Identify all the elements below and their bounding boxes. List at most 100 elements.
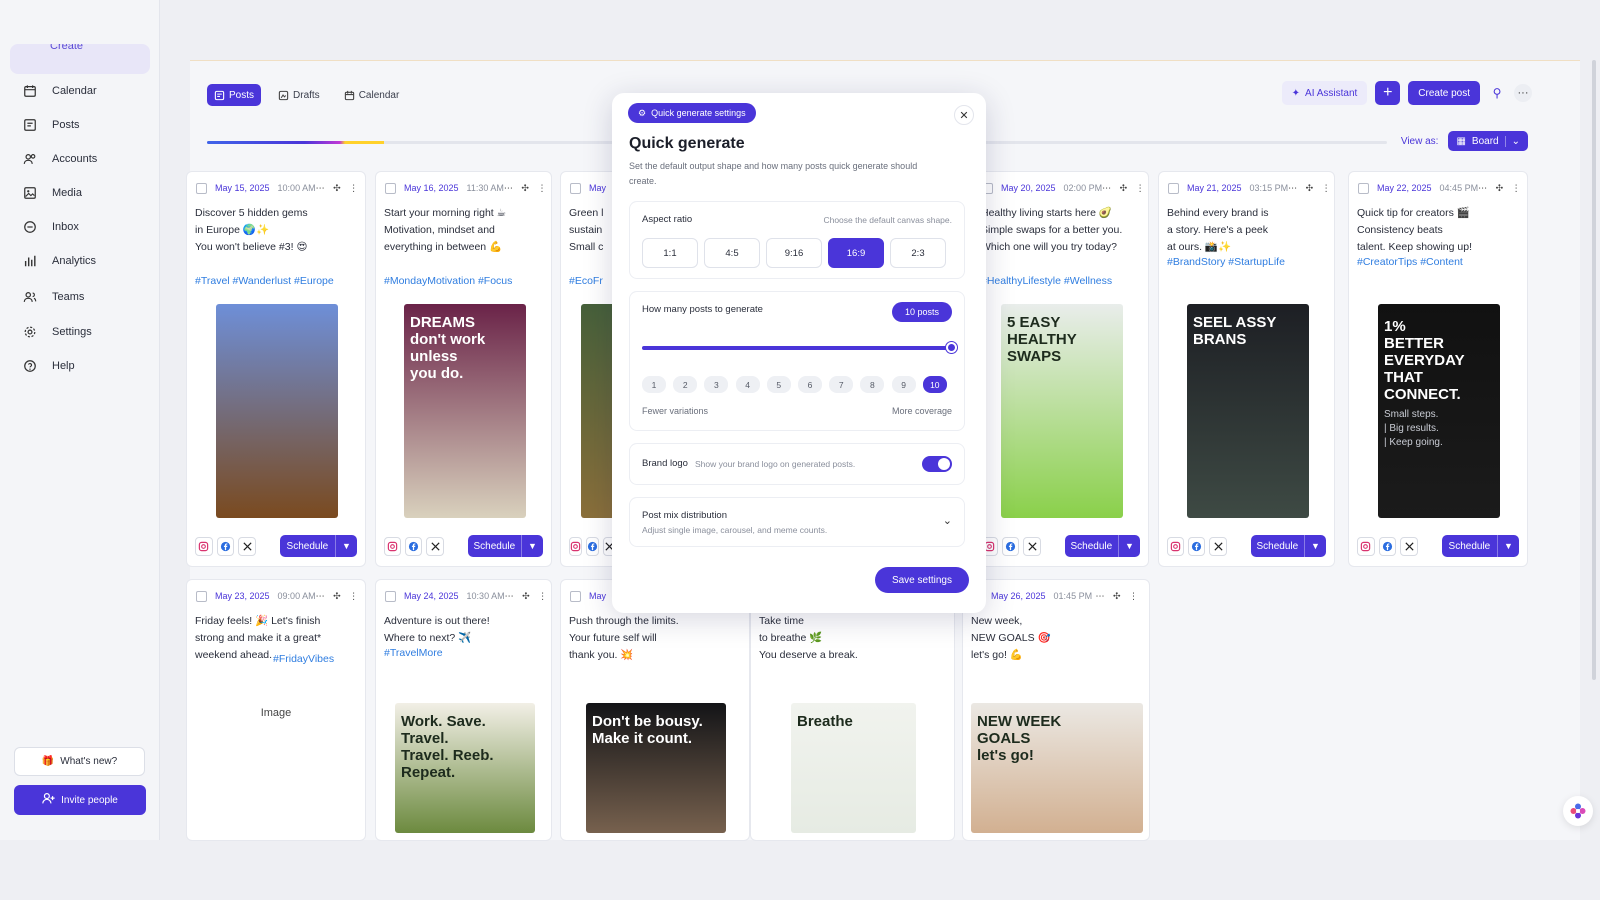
select-checkbox[interactable] — [1358, 182, 1369, 194]
post-hashtags[interactable]: #TravelMore — [384, 647, 543, 659]
facebook-icon[interactable] — [216, 536, 235, 556]
post-hashtags[interactable]: #HealthyLifestyle #Wellness — [981, 275, 1140, 287]
instagram-icon[interactable] — [384, 536, 402, 556]
card-actions-icon[interactable]: ⋯ ✣ ⋮ — [316, 591, 362, 602]
post-image[interactable]: 1% BETTER EVERYDAY THAT CONNECT. Small st… — [1378, 304, 1500, 518]
sidebar-item-inbox[interactable]: Inbox — [22, 216, 79, 238]
invite-people-button[interactable]: Invite people — [14, 785, 146, 815]
card-actions-icon[interactable]: ⋯ ✣ ⋮ — [505, 591, 551, 602]
chevron-down-icon[interactable]: ▼ — [334, 535, 357, 557]
ai-assistant-button[interactable]: ✦ AI Assistant — [1281, 81, 1368, 105]
sidebar-item-calendar[interactable]: Calendar — [22, 80, 97, 102]
tab-calendar[interactable]: Calendar — [337, 84, 407, 106]
post-count-option[interactable]: 7 — [829, 376, 854, 393]
post-count-option[interactable]: 4 — [735, 376, 760, 393]
aspect-ratio-option[interactable]: 4:5 — [704, 238, 760, 268]
x-icon[interactable] — [1400, 536, 1418, 556]
card-actions-icon[interactable]: ⋯ ✣ ⋮ — [1102, 183, 1148, 194]
x-icon[interactable] — [1209, 536, 1227, 556]
x-icon[interactable] — [1023, 536, 1041, 556]
post-card[interactable]: May⋯ ✣ ⋮Push through the limits. Your fu… — [560, 579, 750, 841]
chevron-down-icon[interactable]: ▼ — [1117, 535, 1140, 557]
post-hashtags[interactable]: #MondayMotivation #Focus — [384, 275, 543, 287]
post-card[interactable]: Take time to breathe 🌿 You deserve a bre… — [750, 579, 955, 841]
chevron-down-icon[interactable]: ▼ — [1496, 535, 1519, 557]
card-actions-icon[interactable]: ⋯ ✣ ⋮ — [1095, 591, 1141, 602]
select-checkbox[interactable] — [570, 590, 581, 602]
post-count-option[interactable]: 6 — [798, 376, 822, 393]
whats-new-button[interactable]: 🎁 What's new? — [14, 747, 145, 776]
brand-logo-toggle[interactable] — [922, 456, 952, 472]
post-count-option[interactable]: 1 — [642, 376, 666, 393]
post-card[interactable]: May Green l sustain Small c #EcoFr — [560, 171, 620, 567]
facebook-icon[interactable] — [1378, 536, 1397, 556]
post-card[interactable]: May 23, 2025 09:00 AM ⋯ ✣ ⋮ Friday feels! 🎉… — [186, 579, 366, 841]
facebook-icon[interactable] — [405, 536, 423, 556]
post-count-option[interactable]: 8 — [860, 376, 885, 393]
chevron-down-icon[interactable]: ⌄ — [943, 514, 952, 527]
tab-posts[interactable]: Posts — [207, 84, 262, 106]
x-icon[interactable] — [238, 536, 256, 556]
facebook-icon[interactable] — [1002, 536, 1020, 556]
post-image[interactable]: Breathe — [791, 703, 916, 833]
card-actions-icon[interactable]: ⋯ ✣ ⋮ — [1288, 183, 1334, 194]
select-checkbox[interactable] — [570, 182, 581, 194]
add-button[interactable]: + — [1375, 81, 1401, 105]
facebook-icon[interactable] — [586, 536, 599, 556]
chevron-down-icon[interactable]: ▼ — [1303, 535, 1326, 557]
chevron-down-icon[interactable]: ▼ — [520, 535, 543, 557]
post-count-option[interactable]: 2 — [673, 376, 698, 393]
aspect-ratio-option[interactable]: 2:3 — [890, 238, 946, 268]
post-count-option[interactable]: 10 — [922, 376, 947, 393]
instagram-icon[interactable] — [195, 536, 213, 556]
slider-handle[interactable] — [946, 342, 957, 353]
schedule-button[interactable]: Schedule ▼ — [467, 535, 543, 557]
post-card[interactable]: May 20, 2025 02:00 PM ⋯ ✣ ⋮ Healthy living … — [972, 171, 1149, 567]
post-hashtags[interactable]: #CreatorTips #Content — [1357, 256, 1519, 268]
post-image[interactable] — [216, 304, 338, 518]
schedule-button[interactable]: Schedule ▼ — [1064, 535, 1140, 557]
post-hashtags[interactable]: #FridayVibes — [273, 653, 357, 665]
sidebar-item-help[interactable]: Help — [22, 355, 75, 377]
sidebar-item-accounts[interactable]: Accounts — [22, 148, 97, 170]
select-checkbox[interactable] — [196, 182, 207, 194]
card-actions-icon[interactable]: ⋯ ✣ ⋮ — [316, 183, 362, 194]
sidebar-item-create[interactable]: Create — [10, 44, 150, 74]
post-mix-section[interactable]: Post mix distribution Adjust single imag… — [629, 497, 965, 547]
post-image[interactable]: SEEL ASSY BRANS — [1187, 304, 1309, 518]
sidebar-item-analytics[interactable]: Analytics — [22, 250, 96, 272]
x-icon[interactable] — [426, 536, 444, 556]
post-hashtags[interactable]: #BrandStory #StartupLife — [1167, 256, 1326, 268]
sidebar-item-media[interactable]: Media — [22, 182, 82, 204]
view-mode-select[interactable]: ▦ Board ⌄ — [1448, 131, 1528, 151]
scrollbar[interactable] — [1592, 60, 1596, 680]
sidebar-item-settings[interactable]: Settings — [22, 321, 92, 343]
facebook-icon[interactable] — [1188, 536, 1206, 556]
post-count-option[interactable]: 9 — [891, 376, 916, 393]
instagram-icon[interactable] — [1357, 536, 1375, 556]
create-post-button[interactable]: Create post — [1408, 81, 1480, 105]
post-card[interactable]: May 15, 2025 10:00 AM ⋯ ✣ ⋮ Discover 5 hidd… — [186, 171, 366, 567]
select-checkbox[interactable] — [1168, 182, 1179, 194]
post-card[interactable]: May 22, 2025 04:45 PM ⋯ ✣ ⋮ Quick tip for c… — [1348, 171, 1528, 567]
post-image[interactable]: Work. Save. Travel. Travel. Reeb. Repeat… — [395, 703, 535, 833]
post-card[interactable]: May 21, 2025 03:15 PM ⋯ ✣ ⋮ Behind every br… — [1158, 171, 1335, 567]
aspect-ratio-option[interactable]: 9:16 — [766, 238, 822, 268]
select-checkbox[interactable] — [385, 590, 396, 602]
post-card[interactable]: May 26, 2025 01:45 PM ⋯ ✣ ⋮ New week, NEW G… — [962, 579, 1150, 841]
post-card[interactable]: May 24, 2025 10:30 AM ⋯ ✣ ⋮ Adventure is ou… — [375, 579, 552, 841]
post-image[interactable]: 5 EASY HEALTHY SWAPS — [1001, 304, 1123, 518]
schedule-button[interactable]: Schedule ▼ — [1441, 535, 1519, 557]
post-image[interactable]: NEW WEEK GOALS let's go! — [971, 703, 1143, 833]
filter-icon[interactable]: ⚲ — [1488, 84, 1506, 102]
schedule-button[interactable]: Schedule ▼ — [279, 535, 357, 557]
tab-drafts[interactable]: Drafts — [271, 84, 327, 106]
close-button[interactable]: ✕ — [954, 105, 974, 125]
aspect-ratio-option[interactable]: 16:9 — [828, 238, 884, 268]
sidebar-item-teams[interactable]: Teams — [22, 286, 84, 308]
help-widget-button[interactable] — [1563, 796, 1593, 826]
post-hashtags[interactable]: #Travel #Wanderlust #Europe — [195, 275, 357, 287]
aspect-ratio-option[interactable]: 1:1 — [642, 238, 698, 268]
instagram-icon[interactable] — [1167, 536, 1185, 556]
sidebar-item-posts[interactable]: Posts — [22, 114, 80, 136]
